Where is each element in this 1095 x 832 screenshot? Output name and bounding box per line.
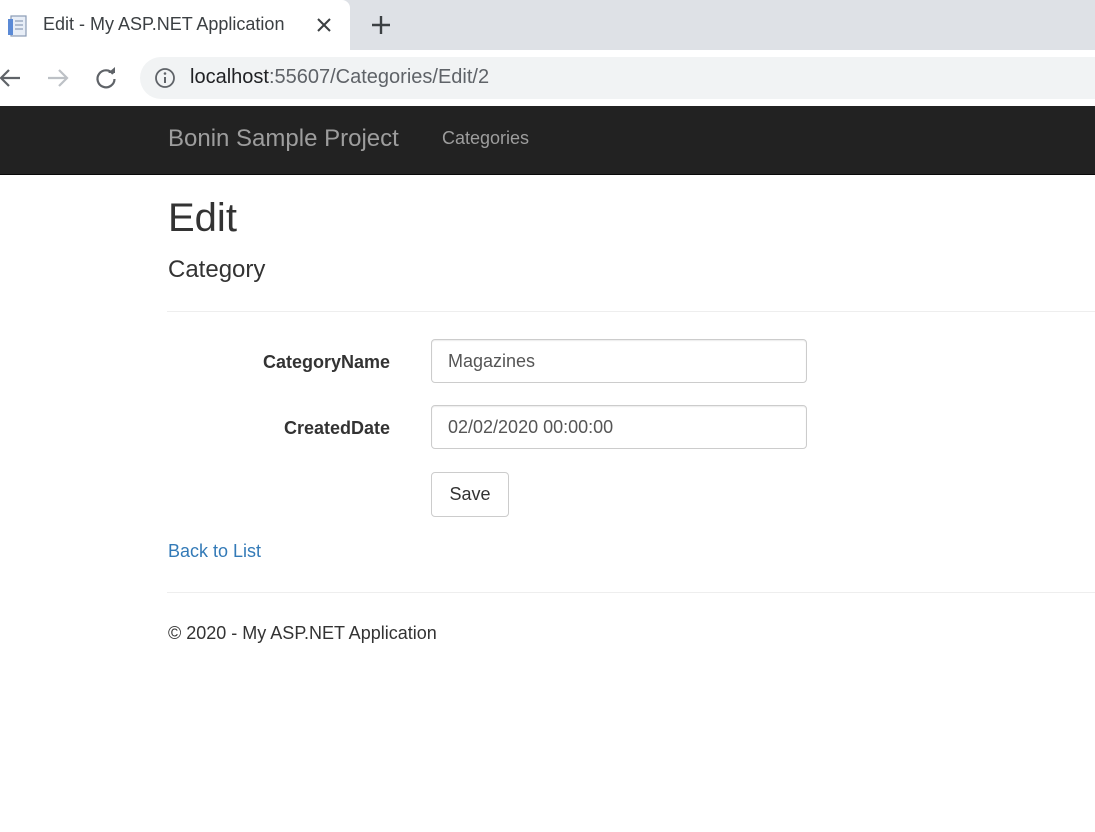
divider bbox=[167, 311, 1095, 312]
plus-icon[interactable] bbox=[368, 12, 394, 38]
brand-link[interactable]: Bonin Sample Project bbox=[168, 125, 399, 153]
browser-tab[interactable]: Edit - My ASP.NET Application bbox=[0, 0, 350, 50]
url-path: :55607/Categories/Edit/2 bbox=[268, 66, 490, 88]
address-bar[interactable]: localhost:55607/Categories/Edit/2 bbox=[140, 57, 1095, 99]
save-button[interactable]: Save bbox=[431, 472, 509, 517]
site-navbar: Bonin Sample Project Categories bbox=[0, 106, 1095, 175]
page-subtitle: Category bbox=[168, 256, 266, 283]
category-name-input[interactable] bbox=[431, 339, 807, 383]
tab-title: Edit - My ASP.NET Application bbox=[43, 14, 285, 34]
url-host: localhost bbox=[190, 66, 269, 88]
footer-divider bbox=[167, 592, 1095, 593]
reload-icon[interactable] bbox=[92, 64, 120, 92]
info-icon[interactable] bbox=[154, 67, 176, 89]
back-to-list-link[interactable]: Back to List bbox=[168, 541, 261, 562]
back-arrow-icon[interactable] bbox=[0, 64, 24, 92]
category-name-label: CategoryName bbox=[262, 352, 390, 372]
footer-text: © 2020 - My ASP.NET Application bbox=[168, 623, 437, 643]
forward-arrow-icon[interactable] bbox=[44, 64, 72, 92]
created-date-label: CreatedDate bbox=[283, 418, 390, 438]
page-title: Edit bbox=[168, 196, 237, 240]
page-icon bbox=[8, 15, 27, 37]
browser-toolbar: localhost:55607/Categories/Edit/2 bbox=[0, 50, 1095, 106]
browser-tab-strip: Edit - My ASP.NET Application bbox=[0, 0, 1095, 50]
url-text: localhost:55607/Categories/Edit/2 bbox=[190, 66, 489, 89]
nav-link-categories[interactable]: Categories bbox=[442, 128, 529, 149]
created-date-input[interactable] bbox=[431, 405, 807, 449]
close-icon[interactable] bbox=[314, 15, 334, 35]
